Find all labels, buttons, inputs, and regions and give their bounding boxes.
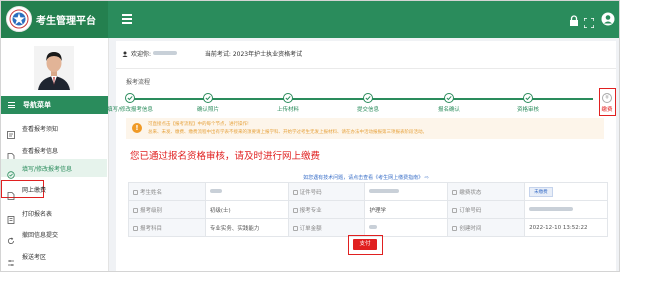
sidebar-item-label: 打印报名表 <box>22 211 53 218</box>
user-icon <box>122 51 128 57</box>
sidebar-item-label: 网上缴费 <box>22 187 47 194</box>
redacted-value <box>209 188 222 193</box>
field-icon <box>452 225 458 231</box>
sidebar-item-info[interactable]: 查看报考信息 <box>1 141 107 161</box>
payment-step-highlight <box>599 88 616 116</box>
table-row: 考生姓名 证件号码 缴费状态 未缴费 <box>128 182 608 201</box>
exam-label: 当前考试: <box>204 51 231 58</box>
sidebar-item-payment[interactable]: 网上缴费 <box>1 180 47 200</box>
field-icon <box>452 189 458 195</box>
field-icon <box>292 189 298 195</box>
step-label: 报名确认 <box>437 107 460 113</box>
sidebar-item-label: 填写/修改报考信息 <box>22 166 73 173</box>
step-label: 上传材料 <box>276 107 299 113</box>
notice-line-1: 可直接点击【报考流程】中的每个节点，进行操作! <box>148 122 249 127</box>
step-submit[interactable]: 提交信息 <box>338 93 398 113</box>
nav-header-label: 导航菜单 <box>23 101 51 109</box>
step-label: 提交信息 <box>356 107 379 113</box>
area-icon <box>7 252 15 266</box>
payment-guide-link[interactable]: 如您遇有技术问题，请点击查看《考生网上缴费指南》 ⇨ <box>116 174 616 181</box>
field-icon <box>292 207 298 213</box>
document-icon <box>7 146 15 161</box>
process-steps: 填写/修改报考信息 确认照片 上传材料 提交信息 报名确认 资格审核 ¥ 缴费 <box>107 90 616 116</box>
undo-icon <box>7 230 15 245</box>
sidebar-item-area[interactable]: 报送考区 <box>1 247 107 266</box>
fullscreen-icon[interactable] <box>583 13 598 29</box>
edit-icon <box>7 164 15 179</box>
user-name-redacted <box>153 51 178 55</box>
field-icon <box>292 225 298 231</box>
sidebar-item-label: 查看报考须知 <box>22 126 59 133</box>
main-content: 欢迎你: 当前考试: 2023年护士执业资格考试 报考流程 填写/修改报考信息 … <box>107 41 616 271</box>
sidebar-item-notice[interactable]: 查看报考须知 <box>1 119 107 139</box>
status-badge: 未缴费 <box>529 186 553 197</box>
table-row: 报考科目 专业实务、实践能力 订单金额 创建时间 2022-12-10 13:5… <box>128 218 608 237</box>
redacted-value <box>369 224 378 229</box>
print-icon <box>7 209 15 224</box>
field-icon <box>133 225 138 231</box>
brand: 考生管理平台 <box>1 1 108 38</box>
sidebar-item-label: 报送考区 <box>22 254 47 261</box>
pay-button-highlight: 支付 <box>348 235 383 255</box>
account-icon[interactable] <box>601 11 615 26</box>
nav-header: 导航菜单 <box>1 96 108 114</box>
redacted-value <box>369 188 400 193</box>
app-logo <box>6 6 32 32</box>
redacted-value <box>529 206 574 211</box>
notice-icon <box>7 124 15 139</box>
app-frame: 考生管理平台 导航菜单 查看报考须知 查看报考信息 填写/修改报考信息 网上缴费… <box>0 0 620 272</box>
top-bar: 考生管理平台 <box>1 1 619 38</box>
sidebar-item-edit[interactable]: 填写/修改报考信息 <box>1 159 107 179</box>
warning-icon: ! <box>132 123 142 133</box>
sidebar-item-undo[interactable]: 撤回信息提交 <box>1 225 107 245</box>
step-upload[interactable]: 上传材料 <box>258 93 318 113</box>
payment-info-table: 考生姓名 证件号码 缴费状态 未缴费 报考级别 初级(士) 报考专业 护理学 订… <box>128 182 608 237</box>
welcome-bar: 欢迎你: 当前考试: 2023年护士执业资格考试 <box>122 49 302 58</box>
avatar <box>34 46 74 90</box>
pay-button[interactable]: 支付 <box>353 239 377 250</box>
field-icon <box>452 207 458 213</box>
sidebar-item-label: 查看报考信息 <box>22 148 59 155</box>
sidebar-item-print[interactable]: 打印报名表 <box>1 204 107 224</box>
menu-toggle-icon[interactable] <box>122 14 132 24</box>
sidebar-item-label: 撤回信息提交 <box>22 232 59 239</box>
field-icon <box>133 189 138 195</box>
app-title: 考生管理平台 <box>36 16 96 27</box>
step-confirm-photo[interactable]: 确认照片 <box>178 93 238 113</box>
lock-icon[interactable] <box>569 12 583 26</box>
step-label: 确认照片 <box>196 107 219 113</box>
sidebar: 导航菜单 查看报考须知 查看报考信息 填写/修改报考信息 网上缴费 打印报名表 … <box>1 38 109 271</box>
status-message: 您已通过报名资格审核，请及时进行网上缴费 <box>130 151 321 162</box>
payment-icon <box>7 185 15 200</box>
welcome-label: 欢迎你: <box>131 51 152 58</box>
divider <box>116 68 616 69</box>
process-title: 报考流程 <box>126 79 151 86</box>
notice-box: ! 可直接点击【报考流程】中的每个节点，进行操作! 总来、未发、缴费、缴费流程中… <box>126 118 604 139</box>
step-label: 填写/修改报考信息 <box>107 107 153 113</box>
step-label: 资格审核 <box>516 107 539 113</box>
field-icon <box>133 207 138 213</box>
table-row: 报考级别 初级(士) 报考专业 护理学 订单号码 <box>128 200 608 219</box>
step-review[interactable]: 资格审核 <box>498 93 558 113</box>
notice-line-2: 总来、未发、缴费、缴费流程中出有学表不接来的须要请上报学科、开始学过考生无发上报… <box>148 130 427 135</box>
step-confirm[interactable]: 报名确认 <box>419 93 479 113</box>
exam-name: 2023年护士执业资格考试 <box>232 51 303 58</box>
step-fill-info[interactable]: 填写/修改报考信息 <box>100 93 160 113</box>
menu-icon <box>8 102 15 108</box>
